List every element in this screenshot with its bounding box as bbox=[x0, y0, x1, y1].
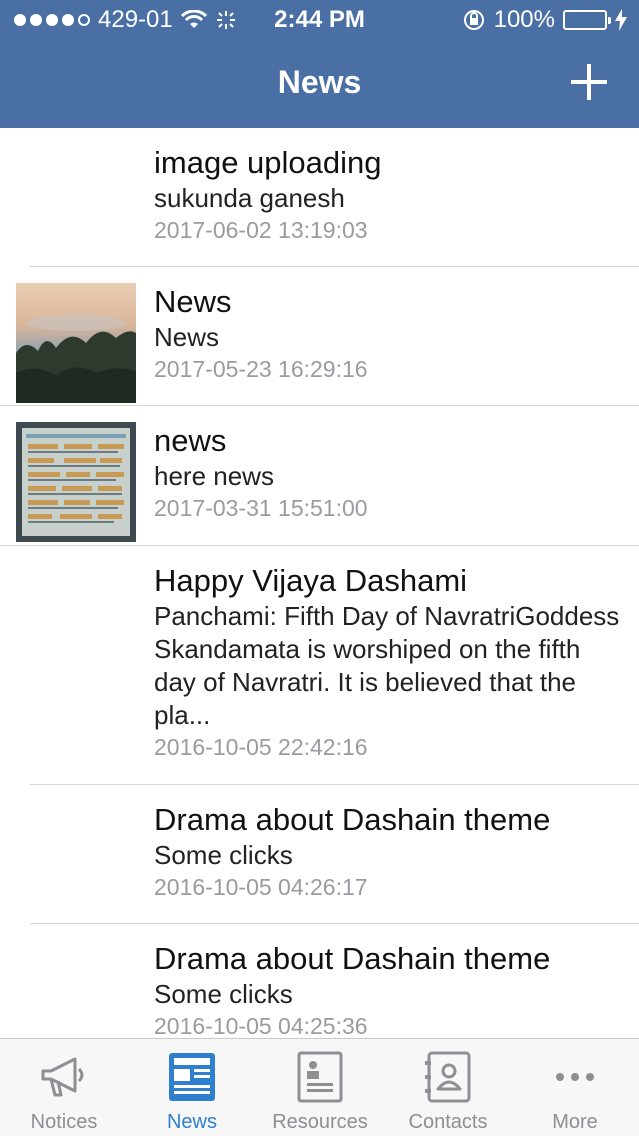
news-item[interactable]: image uploading sukunda ganesh 2017-06-0… bbox=[30, 128, 639, 267]
news-item-date: 2017-05-23 16:29:16 bbox=[154, 356, 368, 382]
tab-news[interactable]: News bbox=[128, 1039, 256, 1136]
document-icon bbox=[297, 1051, 343, 1103]
tab-label: Contacts bbox=[408, 1111, 488, 1133]
tab-label: Resources bbox=[272, 1111, 368, 1133]
tab-label: News bbox=[166, 1111, 217, 1133]
add-news-button[interactable] bbox=[569, 62, 609, 102]
news-item-subtitle: Panchami: Fifth Day of NavratriGoddess S… bbox=[154, 601, 620, 730]
news-item-text: Happy Vijaya Dashami Panchami: Fifth Day… bbox=[154, 562, 621, 762]
news-item-title: Drama about Dashain theme bbox=[154, 802, 551, 837]
charging-icon bbox=[615, 9, 627, 31]
news-item-date: 2016-10-05 04:26:17 bbox=[154, 874, 368, 900]
news-item-title: News bbox=[154, 284, 232, 319]
top-bar: 429-01 2:44 PM 100% News bbox=[0, 0, 639, 128]
battery-percent: 100% bbox=[493, 6, 555, 33]
news-item-subtitle: News bbox=[154, 322, 220, 352]
news-item-subtitle: Some clicks bbox=[154, 979, 293, 1009]
news-item-title: Happy Vijaya Dashami bbox=[154, 563, 468, 598]
news-item-date: 2016-10-05 04:25:36 bbox=[154, 1013, 368, 1038]
news-item-text: Drama about Dashain theme Some clicks 20… bbox=[154, 940, 621, 1038]
tab-label: Notices bbox=[30, 1111, 98, 1133]
news-item[interactable]: news here news 2017-03-31 15:51:00 bbox=[0, 406, 639, 546]
news-item[interactable]: News News 2017-05-23 16:29:16 bbox=[0, 267, 639, 406]
tab-bar: Notices News Resources Contacts More bbox=[0, 1038, 639, 1136]
news-item-title: Drama about Dashain theme bbox=[154, 941, 551, 976]
news-item-subtitle: Some clicks bbox=[154, 840, 293, 870]
news-item-text: news here news 2017-03-31 15:51:00 bbox=[154, 422, 621, 523]
newspaper-icon bbox=[169, 1053, 215, 1101]
page-title: News bbox=[277, 64, 362, 100]
news-item[interactable]: Happy Vijaya Dashami Panchami: Fifth Day… bbox=[30, 546, 639, 785]
tab-notices[interactable]: Notices bbox=[0, 1039, 128, 1136]
news-item-text: image uploading sukunda ganesh 2017-06-0… bbox=[154, 144, 621, 245]
news-item-date: 2017-03-31 15:51:00 bbox=[154, 495, 368, 521]
tab-more[interactable]: More bbox=[511, 1039, 639, 1136]
news-thumbnail bbox=[16, 283, 136, 403]
battery-icon bbox=[563, 10, 611, 30]
news-item-text: Drama about Dashain theme Some clicks 20… bbox=[154, 801, 621, 902]
tab-resources[interactable]: Resources bbox=[256, 1039, 384, 1136]
megaphone-icon bbox=[41, 1057, 84, 1097]
news-item-text: News News 2017-05-23 16:29:16 bbox=[154, 283, 621, 384]
tab-contacts[interactable]: Contacts bbox=[384, 1039, 512, 1136]
news-thumbnail bbox=[16, 422, 136, 542]
news-item-date: 2017-06-02 13:19:03 bbox=[154, 217, 368, 243]
news-item-title: image uploading bbox=[154, 145, 382, 180]
news-list[interactable]: image uploading sukunda ganesh 2017-06-0… bbox=[0, 128, 639, 1038]
news-item-date: 2016-10-05 22:42:16 bbox=[154, 734, 368, 760]
ellipsis-icon bbox=[556, 1073, 594, 1081]
news-item-subtitle: sukunda ganesh bbox=[154, 183, 345, 213]
status-bar: 429-01 2:44 PM 100% bbox=[0, 0, 639, 40]
news-item[interactable]: Drama about Dashain theme Some clicks 20… bbox=[30, 785, 639, 924]
news-item[interactable]: Drama about Dashain theme Some clicks 20… bbox=[30, 924, 639, 1038]
status-right: 100% bbox=[462, 6, 627, 34]
orientation-lock-icon bbox=[463, 10, 484, 30]
address-book-icon bbox=[425, 1051, 471, 1103]
tab-label: More bbox=[552, 1111, 598, 1133]
news-item-title: news bbox=[154, 423, 227, 458]
news-item-subtitle: here news bbox=[154, 461, 274, 491]
